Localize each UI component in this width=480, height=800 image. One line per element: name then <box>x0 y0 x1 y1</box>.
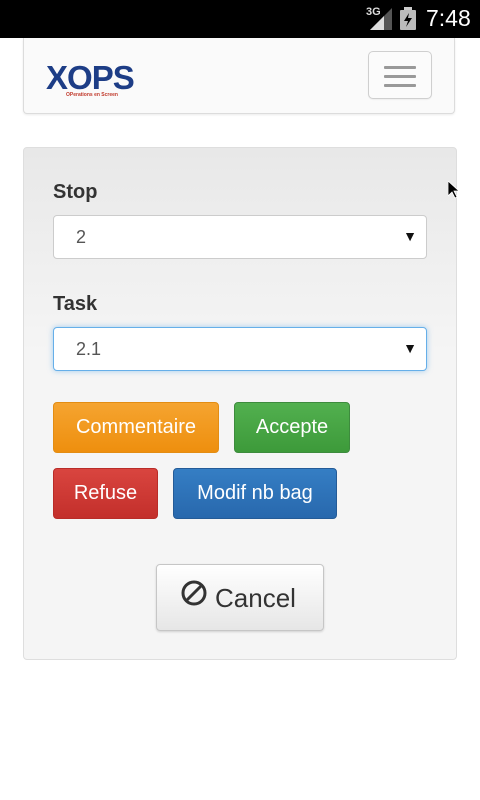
chevron-down-icon: ▼ <box>403 340 417 356</box>
signal-icon <box>370 8 392 30</box>
commentaire-button[interactable]: Commentaire <box>53 402 219 453</box>
modif-nb-bag-button[interactable]: Modif nb bag <box>173 468 337 519</box>
accepte-button[interactable]: Accepte <box>234 402 350 453</box>
refuse-button[interactable]: Refuse <box>53 468 158 519</box>
cancel-button[interactable]: Cancel <box>156 564 324 631</box>
ban-icon <box>181 580 207 606</box>
logo-tagline: OPerations en Screen <box>66 92 118 98</box>
task-form-panel: Stop 2 ▼ Task 2.1 ▼ Commentaire Accepte … <box>23 147 457 660</box>
stop-label: Stop <box>53 181 98 203</box>
mouse-pointer-icon <box>448 181 460 199</box>
xops-logo[interactable]: XOPS OPerations en Screen <box>46 58 138 100</box>
battery-icon <box>400 7 416 30</box>
navbar: XOPS OPerations en Screen <box>23 38 455 114</box>
status-bar: 3G 7:48 <box>0 0 480 38</box>
task-select-value: 2.1 <box>76 339 102 359</box>
menu-toggle-button[interactable] <box>368 51 432 99</box>
stop-select-value: 2 <box>76 227 87 247</box>
clock: 7:48 <box>426 5 471 31</box>
chevron-down-icon: ▼ <box>403 228 417 244</box>
task-select[interactable]: 2.1 ▼ <box>53 327 427 371</box>
stop-select[interactable]: 2 ▼ <box>53 215 427 259</box>
cancel-button-label: Cancel <box>215 583 296 613</box>
task-label: Task <box>53 293 98 315</box>
